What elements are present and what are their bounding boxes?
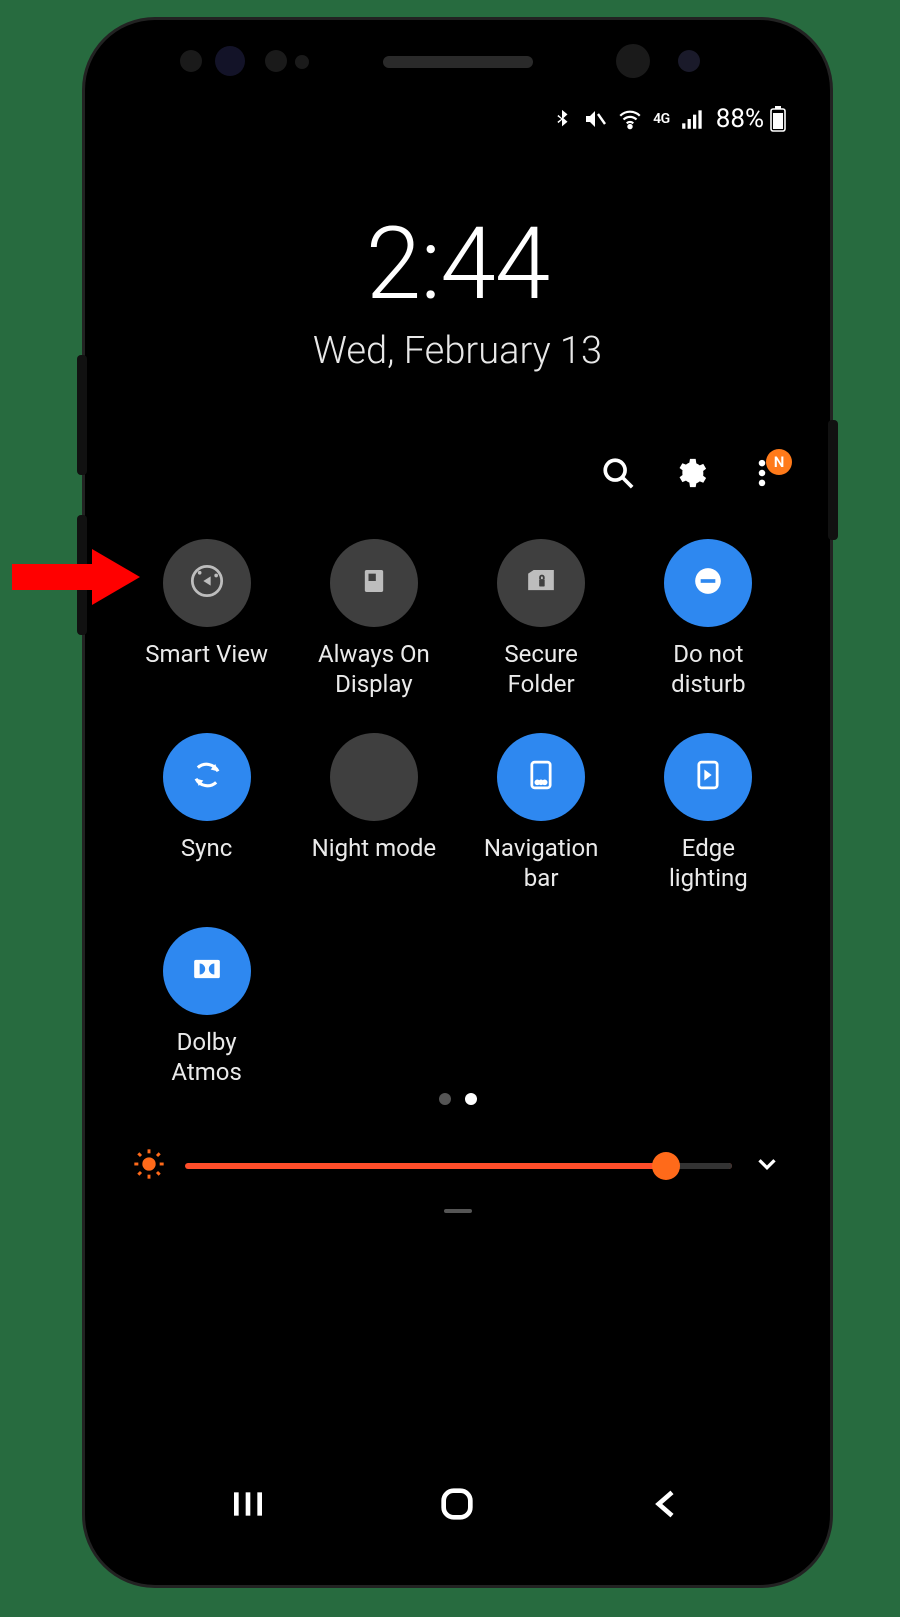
tile-toggle[interactable] bbox=[497, 539, 585, 627]
volume-up-button bbox=[77, 355, 87, 475]
battery-percentage: 88% bbox=[716, 104, 764, 134]
tile-label: Night mode bbox=[312, 833, 436, 893]
phone-frame: 4G 88% 2:44 Wed, February 13 bbox=[85, 20, 830, 1585]
quick-settings-tiles: Smart View Always On Display Secure Fold… bbox=[103, 539, 812, 1087]
sensor-dot bbox=[180, 50, 202, 72]
tile-toggle[interactable] bbox=[330, 539, 418, 627]
signal-icon bbox=[680, 106, 706, 132]
night-mode-icon bbox=[352, 753, 396, 801]
tile-toggle[interactable] bbox=[497, 733, 585, 821]
brightness-thumb[interactable] bbox=[652, 1152, 680, 1180]
brightness-expand-button[interactable] bbox=[752, 1149, 782, 1183]
tile-secure-folder[interactable]: Secure Folder bbox=[458, 539, 625, 699]
clock-block: 2:44 Wed, February 13 bbox=[103, 206, 812, 373]
page-indicator[interactable] bbox=[103, 1093, 812, 1105]
page-dot[interactable] bbox=[439, 1093, 451, 1105]
tile-smart-view[interactable]: Smart View bbox=[123, 539, 290, 699]
clock-date: Wed, February 13 bbox=[103, 329, 812, 373]
tile-toggle[interactable] bbox=[664, 733, 752, 821]
tile-toggle[interactable] bbox=[163, 927, 251, 1015]
speaker-grille bbox=[383, 56, 533, 68]
mute-icon bbox=[583, 107, 607, 131]
annotation-arrow bbox=[12, 545, 142, 609]
tile-toggle[interactable] bbox=[330, 733, 418, 821]
sensor-dot bbox=[215, 46, 245, 76]
dolby-atmos-icon bbox=[185, 947, 229, 995]
sensor-dot bbox=[678, 50, 700, 72]
system-nav-bar bbox=[103, 1465, 812, 1555]
tile-toggle[interactable] bbox=[163, 733, 251, 821]
recents-button[interactable] bbox=[223, 1481, 273, 1531]
tile-toggle[interactable] bbox=[664, 539, 752, 627]
tile-do-not-disturb[interactable]: Do not disturb bbox=[625, 539, 792, 699]
tile-dolby-atmos[interactable]: Dolby Atmos bbox=[123, 927, 290, 1087]
tile-label: Do not disturb bbox=[671, 639, 745, 699]
tile-label: Always On Display bbox=[318, 639, 430, 699]
home-button[interactable] bbox=[432, 1481, 482, 1531]
chevron-down-icon bbox=[752, 1164, 782, 1183]
smart-view-icon bbox=[185, 559, 229, 607]
search-button[interactable] bbox=[598, 455, 638, 495]
notification-badge: N bbox=[766, 449, 792, 475]
tile-always-on-display[interactable]: Always On Display bbox=[290, 539, 457, 699]
secure-folder-icon bbox=[519, 559, 563, 607]
sensor-dot bbox=[295, 55, 309, 69]
bluetooth-icon bbox=[551, 108, 573, 130]
more-options-button[interactable]: N bbox=[742, 455, 782, 495]
brightness-row bbox=[103, 1141, 812, 1191]
network-type-label: 4G bbox=[653, 112, 670, 126]
settings-button[interactable] bbox=[670, 455, 710, 495]
gear-icon bbox=[673, 456, 707, 494]
panel-action-bar: N bbox=[103, 453, 812, 497]
back-button[interactable] bbox=[642, 1481, 692, 1531]
clock-time: 2:44 bbox=[103, 206, 812, 323]
panel-drag-handle[interactable] bbox=[444, 1209, 472, 1213]
sensor-dot bbox=[265, 50, 287, 72]
back-icon bbox=[647, 1484, 687, 1528]
tile-navigation-bar[interactable]: Navigation bar bbox=[458, 733, 625, 893]
edge-lighting-icon bbox=[686, 753, 730, 801]
brightness-icon bbox=[133, 1148, 165, 1184]
tile-sync[interactable]: Sync bbox=[123, 733, 290, 893]
brightness-slider[interactable] bbox=[185, 1163, 732, 1169]
always-on-display-icon bbox=[352, 559, 396, 607]
tile-label: Sync bbox=[181, 833, 232, 893]
front-camera bbox=[616, 44, 650, 78]
page-dot[interactable] bbox=[465, 1093, 477, 1105]
do-not-disturb-icon bbox=[686, 559, 730, 607]
tile-night-mode[interactable]: Night mode bbox=[290, 733, 457, 893]
search-icon bbox=[601, 456, 635, 494]
screen: 4G 88% 2:44 Wed, February 13 bbox=[103, 92, 812, 1555]
tile-label: Smart View bbox=[145, 639, 268, 699]
tile-label: Dolby Atmos bbox=[171, 1027, 241, 1087]
tile-label: Secure Folder bbox=[504, 639, 577, 699]
battery-indicator: 88% bbox=[716, 104, 786, 134]
status-bar: 4G 88% bbox=[103, 92, 812, 138]
wifi-icon bbox=[617, 106, 643, 132]
sync-icon bbox=[185, 753, 229, 801]
tile-label: Edge lighting bbox=[669, 833, 748, 893]
tile-toggle[interactable] bbox=[163, 539, 251, 627]
navigation-bar-icon bbox=[519, 753, 563, 801]
home-icon bbox=[437, 1484, 477, 1528]
recents-icon bbox=[228, 1484, 268, 1528]
tile-edge-lighting[interactable]: Edge lighting bbox=[625, 733, 792, 893]
tile-label: Navigation bar bbox=[484, 833, 599, 893]
power-button bbox=[828, 420, 838, 540]
